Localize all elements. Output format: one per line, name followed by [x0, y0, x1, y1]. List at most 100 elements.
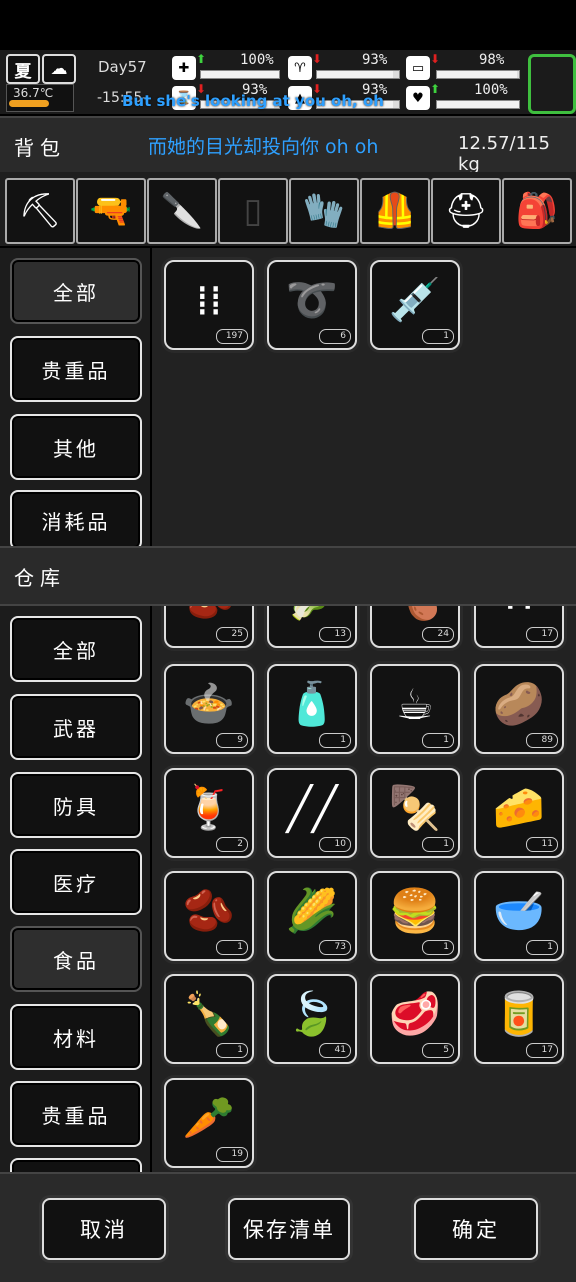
warehouse-title: 仓库	[14, 566, 66, 590]
item-slot[interactable]: 🧴 1	[267, 664, 357, 754]
item-count: 5	[422, 1043, 454, 1058]
item-count: 1	[319, 733, 351, 748]
temperature-panel: 36.7℃	[6, 84, 74, 112]
item-slot[interactable]: ⁞⁞ 197	[164, 260, 254, 350]
kebab-icon: 🍢	[388, 783, 442, 832]
armor-icon[interactable]: ▯	[218, 178, 288, 244]
mood-value: 100%	[474, 82, 508, 98]
item-slot[interactable]: 🍾 1	[164, 974, 254, 1064]
item-count: 2	[216, 837, 248, 852]
hunger-bar	[316, 70, 400, 79]
soup-icon: 🥣	[492, 886, 546, 935]
coffee-icon: ☕	[396, 679, 434, 729]
item-slot[interactable]: 🧀 11	[474, 768, 564, 858]
heart-icon: ♥	[406, 86, 430, 110]
item-count: 1	[422, 733, 454, 748]
liquor-bottle-icon: 🍾	[182, 989, 236, 1038]
knife-icon[interactable]: 🔪	[147, 178, 217, 244]
save-list-button[interactable]: 保存清单	[228, 1198, 350, 1260]
health-value: 100%	[240, 52, 274, 68]
quick-slot[interactable]	[528, 54, 576, 114]
backpack-header: 背包 而她的目光却投向你 oh oh 12.57/115 kg	[0, 116, 576, 176]
bullets-icon: ⁞⁞	[195, 275, 223, 325]
item-slot[interactable]: 🍃 41	[267, 974, 357, 1064]
warehouse-category-panel: 全部 武器 防具 医疗 食品 材料 贵重品	[0, 606, 150, 1172]
item-slot[interactable]: 🍹 2	[164, 768, 254, 858]
item-slot[interactable]: 🥕 19	[164, 1078, 254, 1168]
item-slot[interactable]: 🥔 89	[474, 664, 564, 754]
item-count: 1	[216, 940, 248, 955]
thermometer-icon	[9, 100, 49, 107]
carrot-icon: 🥕	[182, 1093, 236, 1142]
backpack-tab-consumables[interactable]: 消耗品	[10, 490, 142, 550]
item-count: 19	[216, 1147, 248, 1162]
stomach-icon: ♈	[288, 56, 312, 80]
item-count: 13	[319, 627, 351, 642]
backpack-tab-valuables[interactable]: 贵重品	[10, 336, 142, 402]
energy-bar	[436, 70, 520, 79]
lyric-overlay-en: But she's looking at you oh, oh	[122, 92, 384, 110]
item-count: 1	[216, 1043, 248, 1058]
confirm-button[interactable]: 确定	[414, 1198, 538, 1260]
trend-up-icon: ⬆	[430, 82, 441, 96]
helmet-icon[interactable]: ⛑	[431, 178, 501, 244]
warehouse-tab-valuables[interactable]: 贵重品	[10, 1081, 142, 1147]
item-slot[interactable]: 💉 1	[370, 260, 460, 350]
item-slot[interactable]: ➰ 6	[267, 260, 357, 350]
health-bar	[200, 70, 280, 79]
item-count: 6	[319, 329, 351, 344]
item-slot[interactable]: ∴ 17	[474, 606, 564, 648]
backpack-tab-other[interactable]: 其他	[10, 414, 142, 480]
gloves-icon[interactable]: 🧤	[289, 178, 359, 244]
item-slot[interactable]: 🌽 73	[267, 871, 357, 961]
item-slot[interactable]: 🍲 9	[164, 664, 254, 754]
lyric-overlay-zh: 而她的目光却投向你 oh oh	[148, 136, 379, 158]
item-slot[interactable]: 🫘 1	[164, 871, 254, 961]
trend-down-icon: ⬇	[312, 52, 323, 66]
can-icon: 🥫	[492, 989, 546, 1038]
meat-icon: 🥩	[388, 989, 442, 1038]
beans-icon: 🫘	[182, 886, 236, 935]
item-slot[interactable]: 🍔 1	[370, 871, 460, 961]
warehouse-tab-armor[interactable]: 防具	[10, 772, 142, 838]
vest-icon[interactable]: 🦺	[360, 178, 430, 244]
syringe-icon: 💉	[388, 275, 442, 324]
item-count: 73	[319, 940, 351, 955]
item-count: 11	[526, 837, 558, 852]
item-slot[interactable]: 🥩 5	[370, 974, 460, 1064]
cheese-icon: 🧀	[492, 783, 546, 832]
warehouse-tab-medical[interactable]: 医疗	[10, 849, 142, 915]
warehouse-tab-weapons[interactable]: 武器	[10, 694, 142, 760]
warehouse-header: 仓库	[0, 546, 576, 606]
cloud-icon: ☁	[42, 54, 76, 84]
warehouse-tab-all[interactable]: 全部	[10, 616, 142, 682]
warehouse-items-panel: 🫘 25 🥬 13 🍗 24 ∴ 17 🍲 9 🧴 1 ☕ 1 🥔 89 🍹 2…	[152, 606, 576, 1172]
item-slot[interactable]: 🍢 1	[370, 768, 460, 858]
cancel-button[interactable]: 取消	[42, 1198, 166, 1260]
warehouse-tab-materials[interactable]: 材料	[10, 1004, 142, 1070]
potato-icon: 🥔	[492, 679, 546, 728]
temperature-value: 36.7℃	[13, 86, 54, 100]
item-slot[interactable]: 🥬 13	[267, 606, 357, 648]
item-slot[interactable]: 🥫 17	[474, 974, 564, 1064]
leaf-icon: 🍃	[285, 989, 339, 1038]
warehouse-tab-food[interactable]: 食品	[10, 926, 142, 992]
warehouse-tab-more[interactable]	[10, 1158, 142, 1172]
item-slot[interactable]: 🍗 24	[370, 606, 460, 648]
item-count: 25	[216, 627, 248, 642]
status-bar: 夏 ☁ 36.7℃ Day57 -15:55- ✚ ⬆ 100% ♈ ⬇ 93%…	[0, 50, 576, 114]
item-slot[interactable]: 🥣 1	[474, 871, 564, 961]
item-count: 41	[319, 1043, 351, 1058]
energy-value: 98%	[479, 52, 505, 68]
item-count: 24	[422, 627, 454, 642]
mood-bar	[436, 100, 520, 109]
item-slot[interactable]: ☕ 1	[370, 664, 460, 754]
pistol-icon[interactable]: 🔫	[76, 178, 146, 244]
item-count: 197	[216, 329, 248, 344]
item-slot[interactable]: ╱╱ 10	[267, 768, 357, 858]
item-count: 1	[526, 940, 558, 955]
backpack-tab-all[interactable]: 全部	[10, 258, 142, 324]
backpack-icon[interactable]: 🎒	[502, 178, 572, 244]
shovel-icon[interactable]: ⛏	[5, 178, 75, 244]
item-slot[interactable]: 🫘 25	[164, 606, 254, 648]
